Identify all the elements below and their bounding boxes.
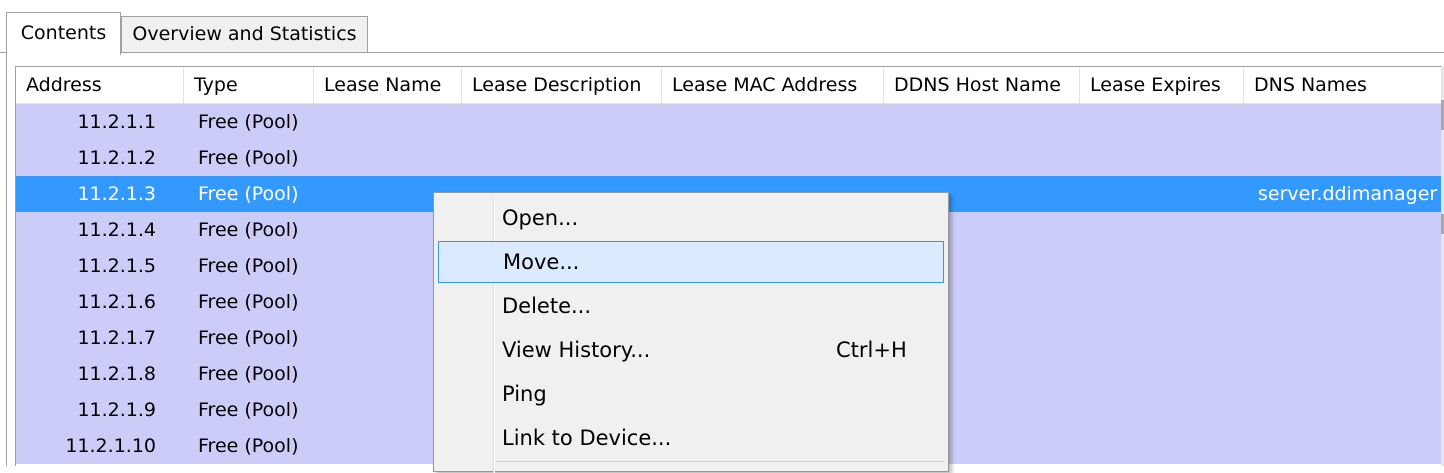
cell-address: 11.2.1.6 [77,291,156,313]
context-menu: Open... Move... Delete... View History..… [433,192,949,473]
menu-item-move[interactable]: Move... [438,241,944,283]
cell-dns-names [1258,428,1444,464]
tab-overview-and-statistics[interactable]: Overview and Statistics [121,16,368,52]
menu-item-label: Delete... [502,294,592,318]
cell-type: Free (Pool) [198,255,299,277]
cell-dns-names: server.ddimanager [1258,183,1438,205]
column-header-lease-expires[interactable]: Lease Expires [1080,67,1244,103]
cell-type: Free (Pool) [198,399,299,421]
cell-address: 11.2.1.4 [77,219,156,241]
cell-address: 11.2.1.9 [77,399,156,421]
menu-item-open[interactable]: Open... [438,197,944,239]
cell-type: Free (Pool) [198,435,299,457]
cell-type: Free (Pool) [198,219,299,241]
column-header-dns-names[interactable]: DNS Names [1244,67,1444,103]
cell-dns-names [1258,212,1444,248]
menu-item-label: Open... [502,206,579,230]
tab-strip: Overview and Statistics Contents [0,0,1444,55]
cell-type: Free (Pool) [198,327,299,349]
column-header-lease-mac-address[interactable]: Lease MAC Address [662,67,884,103]
column-header-lease-name[interactable]: Lease Name [314,67,462,103]
tab-divider [0,52,1444,53]
menu-item-label: Move... [503,250,580,274]
table-row[interactable]: 11.2.1.2 Free (Pool) [16,140,1444,176]
menu-item-delete[interactable]: Delete... [438,285,944,327]
cell-address: 11.2.1.3 [77,183,156,205]
cell-address: 11.2.1.1 [77,111,156,133]
cell-type: Free (Pool) [198,183,299,205]
menu-item-ping[interactable]: Ping [438,373,944,415]
cell-address: 11.2.1.5 [77,255,156,277]
grid-header: Address Type Lease Name Lease Descriptio… [16,67,1444,104]
table-row[interactable]: 11.2.1.1 Free (Pool) [16,104,1444,140]
cell-dns-names [1258,320,1444,356]
menu-item-label: View History... [502,338,651,362]
column-header-ddns-host-name[interactable]: DDNS Host Name [884,67,1080,103]
cell-address: 11.2.1.2 [77,147,156,169]
cell-dns-names [1258,104,1444,140]
cell-address: 11.2.1.8 [77,363,156,385]
menu-item-label: Ping [502,382,547,406]
column-header-lease-description[interactable]: Lease Description [462,67,662,103]
cell-dns-names [1258,140,1444,176]
cell-address: 11.2.1.7 [77,327,156,349]
menu-item-shortcut: Ctrl+H [836,338,907,362]
cell-dns-names [1258,392,1444,428]
cell-type: Free (Pool) [198,291,299,313]
cell-type: Free (Pool) [198,147,299,169]
cell-type: Free (Pool) [198,111,299,133]
menu-item-view-history[interactable]: View History... Ctrl+H [438,329,944,371]
pane-border [6,53,7,466]
cell-dns-names [1258,248,1444,284]
cell-address: 11.2.1.10 [65,435,156,457]
menu-separator [496,461,944,462]
menu-item-label: Link to Device... [502,426,672,450]
cell-type: Free (Pool) [198,363,299,385]
column-header-address[interactable]: Address [16,67,184,103]
tab-contents[interactable]: Contents [6,12,121,55]
column-header-type[interactable]: Type [184,67,314,103]
cell-dns-names [1258,356,1444,392]
cell-dns-names [1258,284,1444,320]
menu-item-link-to-device[interactable]: Link to Device... [438,417,944,459]
